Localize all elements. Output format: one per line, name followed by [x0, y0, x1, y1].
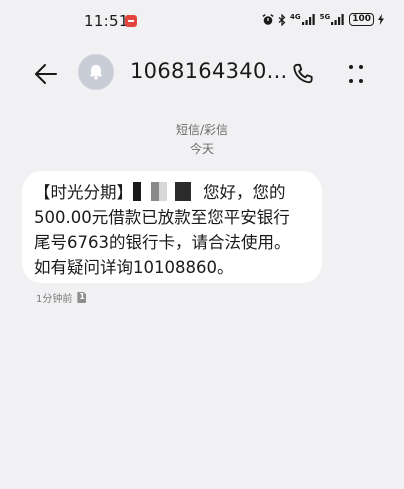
message-line-4: 如有疑问详询10108860。 — [34, 258, 234, 277]
back-button[interactable] — [32, 60, 60, 88]
status-time: 11:51 — [84, 12, 129, 30]
date-separator: 今天 — [189, 142, 214, 156]
messages-screen: 11:51 4G 5G 100 1068164340... 短信/彩信 今天 【… — [0, 0, 404, 489]
message-channel-label: 短信/彩信 — [175, 123, 229, 137]
message-bubble[interactable]: 【时光分期】 您好，您的 500.00元借款已放款至您平安银行 尾号6763的银行… — [22, 171, 322, 283]
arrow-left-icon — [35, 64, 57, 84]
network-type-2: 5G — [319, 12, 331, 21]
signal-1-icon: 4G — [289, 12, 316, 25]
message-line-2: 500.00元借款已放款至您平安银行 — [34, 208, 290, 227]
message-line-1: 【时光分期】 您好，您的 — [34, 180, 310, 205]
more-vertical-icon — [349, 65, 363, 83]
message-sender-tag: 【时光分期】 — [34, 183, 133, 202]
phone-icon — [293, 63, 313, 84]
status-bar: 11:51 4G 5G 100 — [0, 0, 404, 44]
message-time: 1分钟前 — [36, 294, 73, 305]
redacted-area — [133, 182, 203, 201]
conversation-title[interactable]: 1068164340... — [130, 59, 288, 83]
signal-2-icon: 5G — [319, 12, 346, 25]
network-type-1: 4G — [289, 12, 301, 21]
battery-icon: 100 — [349, 13, 374, 26]
bluetooth-icon — [278, 13, 286, 26]
sim-card-icon — [77, 292, 87, 303]
conversation-header: 1068164340... — [0, 44, 404, 102]
charging-icon — [378, 14, 384, 25]
call-button[interactable] — [290, 61, 316, 87]
bell-icon — [89, 65, 103, 80]
do-not-disturb-icon — [125, 15, 137, 27]
status-icons: 4G 5G 100 — [262, 13, 384, 26]
contact-avatar[interactable] — [78, 54, 114, 90]
message-line-3: 尾号6763的银行卡，请合法使用。 — [34, 233, 291, 252]
message-greeting: 您好，您的 — [203, 183, 286, 202]
message-meta: 1分钟前 — [36, 290, 87, 305]
more-options-button[interactable] — [344, 61, 368, 87]
battery-level: 100 — [352, 14, 371, 24]
alarm-icon — [262, 13, 274, 26]
